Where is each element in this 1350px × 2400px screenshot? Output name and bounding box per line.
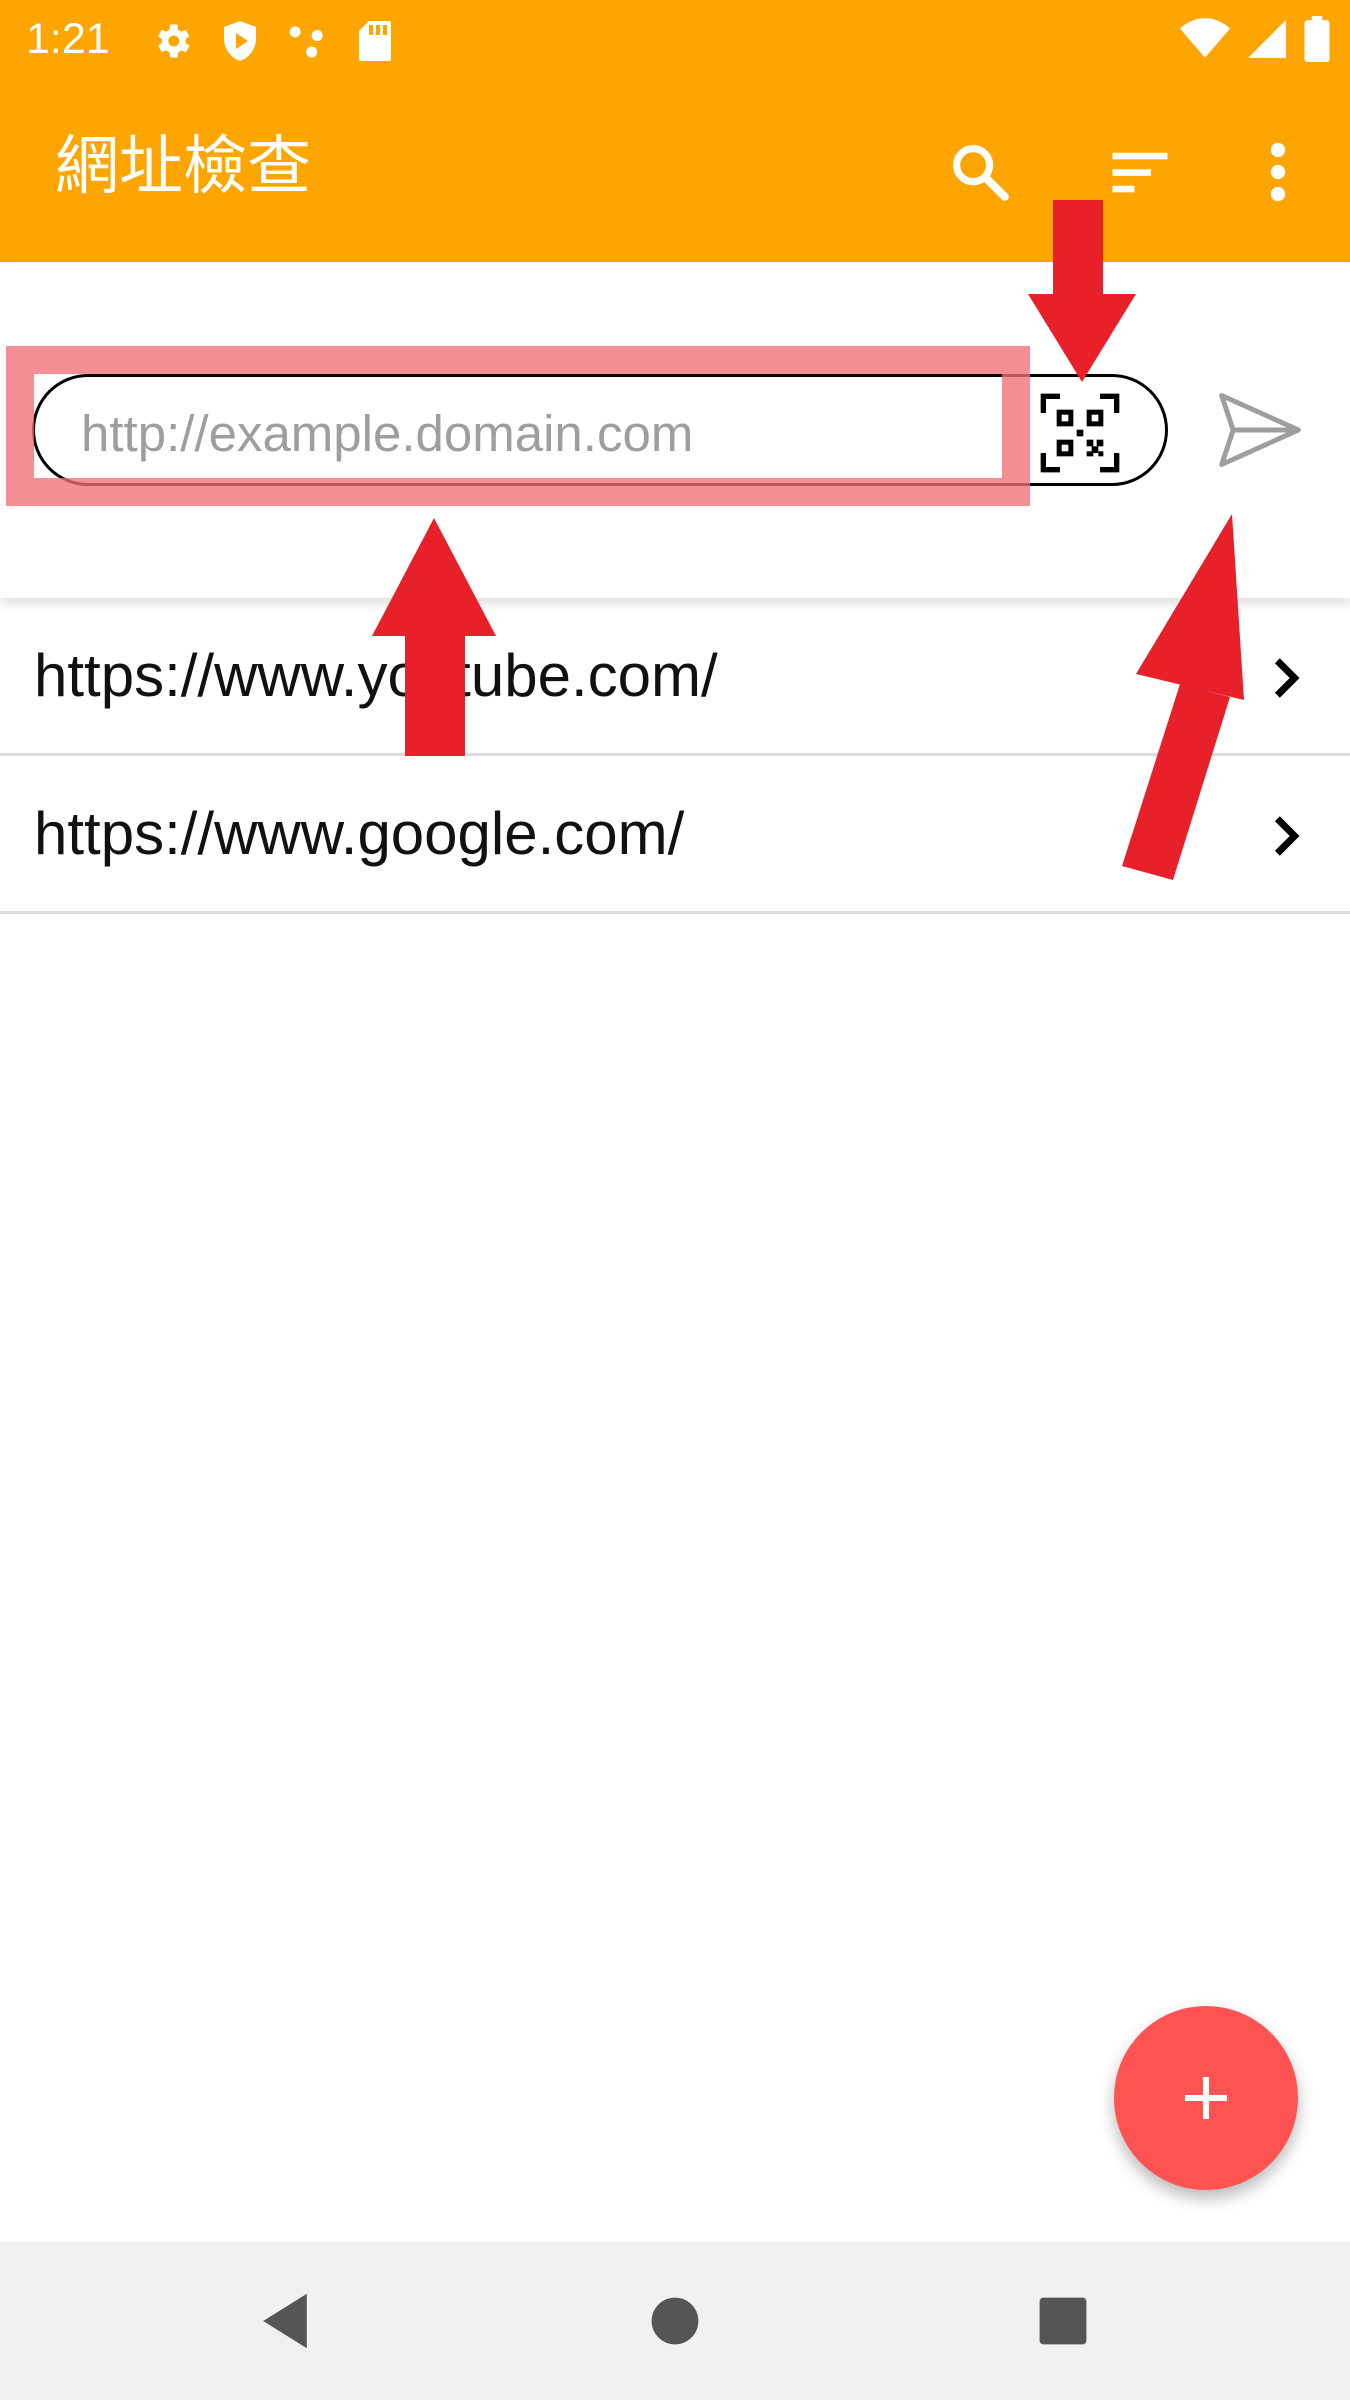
status-bar: 1:21 (0, 0, 1350, 82)
list-item-url: https://www.youtube.com/ (34, 642, 718, 709)
list-item-url: https://www.google.com/ (34, 800, 685, 867)
dots-icon (286, 19, 330, 63)
chevron-right-icon (1262, 808, 1310, 864)
shield-play-icon (220, 19, 260, 63)
qr-scan-button[interactable] (1035, 391, 1125, 475)
wifi-icon (1180, 18, 1230, 60)
send-button[interactable] (1210, 380, 1310, 480)
send-icon (1219, 393, 1301, 467)
recents-icon (1039, 2297, 1087, 2345)
qr-code-icon (1040, 393, 1120, 473)
status-icons-left (150, 18, 394, 64)
more-options-button[interactable] (1238, 132, 1318, 212)
app-bar: 網址檢查 (0, 82, 1350, 262)
sort-icon (1112, 152, 1168, 193)
sd-card-icon (356, 19, 394, 63)
url-history-list: https://www.youtube.com/ https://www.goo… (0, 598, 1350, 914)
search-button[interactable] (940, 132, 1020, 212)
nav-back-button[interactable] (240, 2276, 330, 2366)
plus-icon (1185, 2077, 1227, 2119)
status-icons-right (1180, 16, 1330, 62)
chevron-right-icon (1262, 650, 1310, 706)
list-item[interactable]: https://www.youtube.com/ (0, 598, 1350, 756)
nav-home-button[interactable] (630, 2276, 720, 2366)
search-icon (953, 145, 1009, 201)
sort-button[interactable] (1100, 132, 1180, 212)
back-icon (263, 2293, 307, 2349)
nav-recents-button[interactable] (1018, 2276, 1108, 2366)
settings-icon (150, 19, 194, 63)
page-title: 網址檢查 (55, 130, 311, 204)
list-item[interactable]: https://www.google.com/ (0, 756, 1350, 914)
battery-icon (1304, 16, 1330, 62)
status-time: 1:21 (26, 15, 110, 63)
add-url-button[interactable] (1114, 2006, 1298, 2190)
more-vert-icon (1270, 142, 1286, 202)
navigation-bar (0, 2242, 1350, 2400)
home-icon (651, 2297, 699, 2345)
highlight-annotation (6, 346, 1030, 506)
signal-icon (1246, 18, 1288, 60)
